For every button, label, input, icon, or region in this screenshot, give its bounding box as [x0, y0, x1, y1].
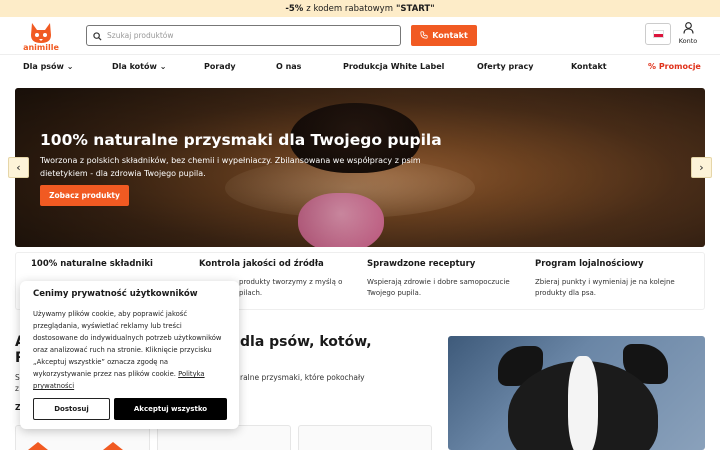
chevron-down-icon: ⌄	[66, 62, 74, 71]
hero-banner: 100% naturalne przysmaki dla Twojego pup…	[15, 88, 705, 247]
account-label: Konto	[678, 37, 698, 45]
nav-tips[interactable]: Porady	[204, 62, 236, 71]
account-link[interactable]: Konto	[675, 22, 701, 50]
dog-photo	[448, 336, 705, 450]
carousel-prev-button[interactable]: ‹	[8, 157, 29, 178]
hero-text: Tworzona z polskich składników, bez chem…	[40, 156, 421, 178]
contact-button[interactable]: Kontakt	[411, 25, 477, 46]
feature-loyalty: Program lojalnościowy Zbieraj punkty i w…	[535, 259, 675, 297]
cookie-consent-dialog: Cenimy prywatność użytkowników Używamy p…	[20, 281, 239, 429]
nav-about[interactable]: O nas	[276, 62, 301, 71]
main-nav: Dla psów ⌄ Dla kotów ⌄ Porady O nas Prod…	[0, 55, 720, 79]
search-input[interactable]	[107, 31, 377, 40]
feature-natural: 100% naturalne składniki	[31, 259, 153, 269]
promo-text: z kodem rabatowym	[306, 3, 393, 14]
phone-icon	[420, 30, 428, 41]
contact-button-label: Kontakt	[432, 31, 468, 40]
logo[interactable]: animille	[18, 21, 64, 52]
product-card[interactable]	[298, 425, 432, 450]
nav-dogs[interactable]: Dla psów ⌄	[23, 62, 73, 71]
chevron-down-icon: ⌄	[159, 62, 167, 71]
nav-cats[interactable]: Dla kotów ⌄	[112, 62, 166, 71]
nav-jobs[interactable]: Oferty pracy	[477, 62, 534, 71]
hero-cta-button[interactable]: Zobacz produkty	[40, 185, 129, 206]
cookie-customize-button[interactable]: Dostosuj	[33, 398, 110, 420]
search-box[interactable]	[86, 25, 401, 46]
search-icon	[93, 26, 102, 45]
promo-discount: -5%	[285, 3, 304, 14]
feature-recipes: Sprawdzone receptury Wspierają zdrowie i…	[367, 259, 510, 297]
carousel-next-button[interactable]: ›	[691, 157, 712, 178]
percent-icon: %	[648, 62, 657, 71]
user-icon	[682, 22, 694, 36]
cookie-text: Używamy plików cookie, aby poprawić jako…	[33, 310, 222, 390]
pl-flag-icon	[652, 30, 664, 38]
logo-text: animille	[23, 43, 59, 51]
hero-title: 100% naturalne przysmaki dla Twojego pup…	[40, 131, 442, 149]
nav-contact[interactable]: Kontakt	[571, 62, 607, 71]
nav-white-label[interactable]: Produkcja White Label	[343, 62, 444, 71]
language-switcher[interactable]	[645, 23, 671, 45]
site-header: animille Kontakt Konto	[0, 17, 720, 55]
cookie-title: Cenimy prywatność użytkowników	[33, 289, 198, 299]
cookie-accept-all-button[interactable]: Akceptuj wszystko	[114, 398, 227, 420]
nav-promotions[interactable]: % Promocje	[648, 62, 701, 71]
promo-code: "START"	[396, 3, 435, 14]
promo-bar: -5% z kodem rabatowym "START"	[0, 0, 720, 17]
